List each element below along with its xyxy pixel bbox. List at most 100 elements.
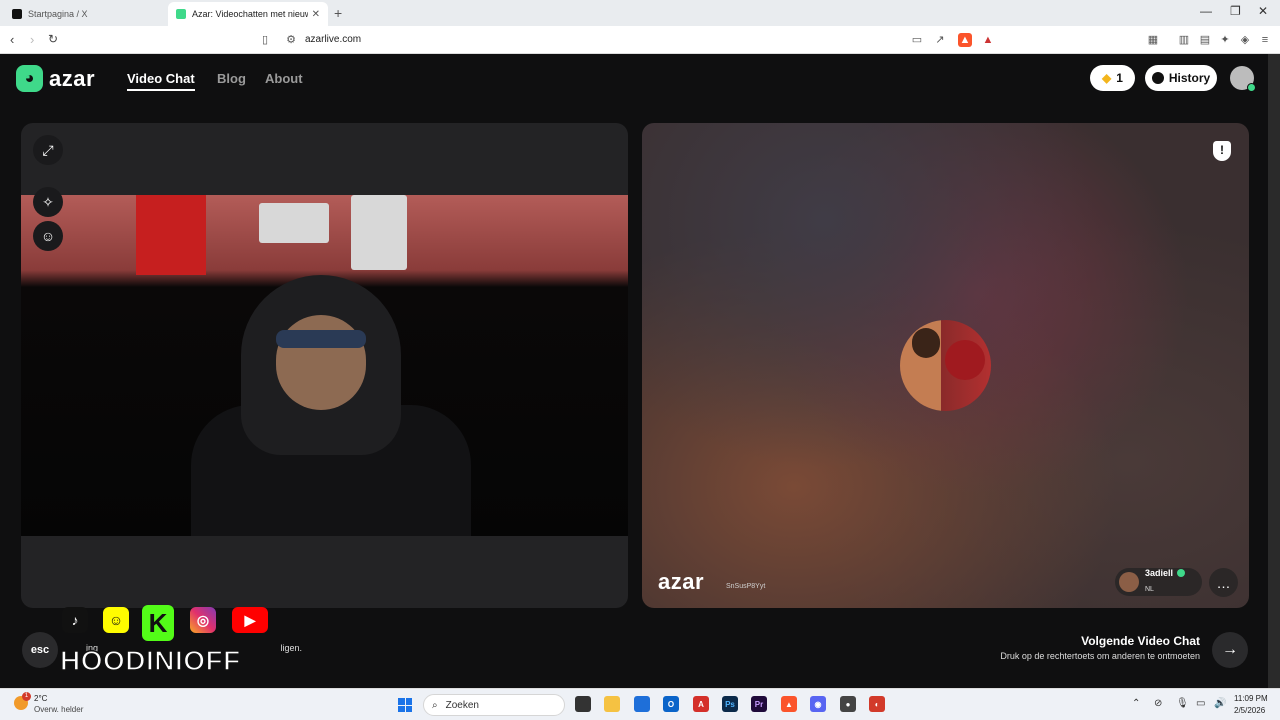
background-shirt <box>136 195 206 275</box>
logo-text: azar <box>49 65 96 91</box>
back-icon[interactable]: ‹ <box>10 32 14 47</box>
discord-icon[interactable]: ◉ <box>810 696 826 712</box>
new-tab-icon[interactable]: + <box>334 5 342 21</box>
azar-logo[interactable]: ◕ azar <box>16 65 95 92</box>
forward-icon[interactable]: › <box>30 32 34 47</box>
online-status-dot <box>1247 83 1256 92</box>
expand-icon[interactable]: ⤢ <box>33 135 63 165</box>
nav-video-chat[interactable]: Video Chat <box>127 71 195 91</box>
reload-icon[interactable]: ↻ <box>48 32 58 46</box>
photoshop-icon[interactable]: Ps <box>722 696 738 712</box>
sticker-icon[interactable]: ☺ <box>33 221 63 251</box>
bookmark-icon[interactable]: ▯ <box>258 33 272 47</box>
file-explorer-icon[interactable] <box>604 696 620 712</box>
partner-info: 3adiell NL <box>1139 568 1186 596</box>
restore-icon[interactable]: ❐ <box>1230 4 1241 18</box>
watermark-id: SnSusP8Yyt <box>726 583 766 590</box>
search-icon: ⌕ <box>432 699 438 711</box>
next-video-chat-subtitle: Druk op de rechtertoets om anderen te on… <box>1000 651 1200 661</box>
address-bar[interactable]: azarlive.com <box>305 34 361 45</box>
brave-shields-icon[interactable]: ▲ <box>958 33 972 47</box>
tab-title: Azar: Videochatten met nieuw <box>192 9 308 19</box>
tab-title: Startpagina / X <box>28 9 88 19</box>
partner-name: 3adiell <box>1145 568 1174 578</box>
close-window-icon[interactable]: ✕ <box>1258 4 1268 18</box>
tab-azar[interactable]: Azar: Videochatten met nieuw ✕ <box>168 2 328 26</box>
chat-bubble-icon[interactable]: … <box>1209 568 1238 597</box>
vpn-icon[interactable]: ◈ <box>1238 33 1252 47</box>
weather-badge: 1 <box>22 692 31 701</box>
outlook-icon[interactable]: O <box>663 696 679 712</box>
x-icon <box>12 9 22 19</box>
overlay-brand: HOODINIOFF <box>59 644 241 677</box>
tab-startpagina[interactable]: Startpagina / X <box>4 2 164 26</box>
windows-start-icon[interactable] <box>398 698 412 712</box>
streamer-overlay: ♪ ☺ K ◎ ▶ HOODINIOFF <box>58 605 280 683</box>
azar-watermark: azar <box>658 569 705 594</box>
display-icon[interactable]: ▭ <box>1196 698 1205 709</box>
clock-time[interactable]: 11:09 PM <box>1234 694 1268 703</box>
partner-avatar <box>900 320 991 411</box>
partner-profile-pill[interactable]: 3adiell NL <box>1115 568 1202 596</box>
youtube-icon: ▶ <box>232 607 268 633</box>
partner-head <box>912 328 940 358</box>
extensions-icon[interactable]: ▦ <box>1146 33 1160 47</box>
magic-wand-icon[interactable]: ✧ <box>33 187 63 217</box>
partner-video-panel: ! azar SnSusP8Yyt 3adiell NL … <box>642 123 1249 608</box>
cast-icon[interactable]: ▭ <box>910 33 924 47</box>
azar-logo-icon: ◕ <box>16 65 43 92</box>
weather-description[interactable]: Overw. helder <box>34 705 83 714</box>
next-arrow-button[interactable]: → <box>1212 632 1248 668</box>
menu-icon[interactable]: ≡ <box>1258 33 1272 47</box>
page-scrollbar[interactable] <box>1268 54 1280 688</box>
instagram-icon: ◎ <box>190 607 216 633</box>
task-view-icon[interactable] <box>575 696 591 712</box>
background-sign <box>351 195 407 270</box>
partner-country: NL <box>1145 586 1154 593</box>
sidebar-icon[interactable]: ▥ <box>1177 33 1191 47</box>
nav-about[interactable]: About <box>265 71 303 86</box>
acrobat-icon[interactable]: A <box>693 696 709 712</box>
azar-app: ◕ azar Video Chat Blog About ◆ 1 History… <box>0 54 1268 688</box>
partner-mini-avatar <box>1119 572 1139 592</box>
brave-browser-icon[interactable]: ▲ <box>781 696 797 712</box>
close-tab-icon[interactable]: ✕ <box>312 9 320 20</box>
volume-icon[interactable]: 🔊 <box>1214 698 1226 709</box>
esc-button[interactable]: esc <box>22 632 58 668</box>
background-sign <box>259 203 329 243</box>
recording-app-icon[interactable]: ◐ <box>869 696 885 712</box>
profile-avatar[interactable] <box>1230 66 1256 92</box>
weather-temperature[interactable]: 2°C <box>34 694 47 703</box>
browser-chrome: Startpagina / X Azar: Videochatten met n… <box>0 0 1280 54</box>
site-info-icon[interactable]: ⚙ <box>284 33 298 47</box>
store-icon[interactable] <box>634 696 650 712</box>
minimize-icon[interactable]: — <box>1200 4 1212 18</box>
microphone-icon[interactable]: 🎙 <box>1176 698 1189 709</box>
self-person <box>191 275 471 536</box>
kick-icon: K <box>142 605 174 641</box>
leo-ai-icon[interactable]: ✦ <box>1218 33 1232 47</box>
tiktok-icon: ♪ <box>62 607 88 633</box>
windows-taskbar: 1 2°C Overw. helder ⌕ Zoeken O A Ps Pr ▲… <box>0 688 1280 720</box>
history-button[interactable]: History <box>1145 65 1217 91</box>
browser-toolbar: ‹ › ↻ ▯ ⚙ azarlive.com ▭ ↗ ▲ ▲ ▦ ▥ ▤ ✦ ◈… <box>0 26 1280 54</box>
obs-icon[interactable]: ● <box>840 696 856 712</box>
gem-count: 1 <box>1116 71 1123 85</box>
network-off-icon[interactable]: ⊘ <box>1154 698 1162 709</box>
azar-icon <box>176 9 186 19</box>
taskbar-search[interactable]: ⌕ Zoeken <box>423 694 565 716</box>
verified-icon <box>1177 569 1186 577</box>
report-shield-icon[interactable]: ! <box>1213 141 1231 161</box>
nav-blog[interactable]: Blog <box>217 71 246 86</box>
premiere-icon[interactable]: Pr <box>751 696 767 712</box>
clock-icon <box>1151 72 1164 84</box>
history-label: History <box>1168 71 1211 85</box>
share-icon[interactable]: ↗ <box>933 33 947 47</box>
wallet-icon[interactable]: ▤ <box>1198 33 1212 47</box>
gems-button[interactable]: ◆ 1 <box>1090 65 1135 91</box>
brave-rewards-icon[interactable]: ▲ <box>981 33 995 47</box>
self-video-feed <box>21 195 628 536</box>
search-placeholder: Zoeken <box>445 699 479 711</box>
tray-chevron-icon[interactable]: ⌃ <box>1132 698 1140 709</box>
clock-date[interactable]: 2/5/2026 <box>1234 706 1265 715</box>
